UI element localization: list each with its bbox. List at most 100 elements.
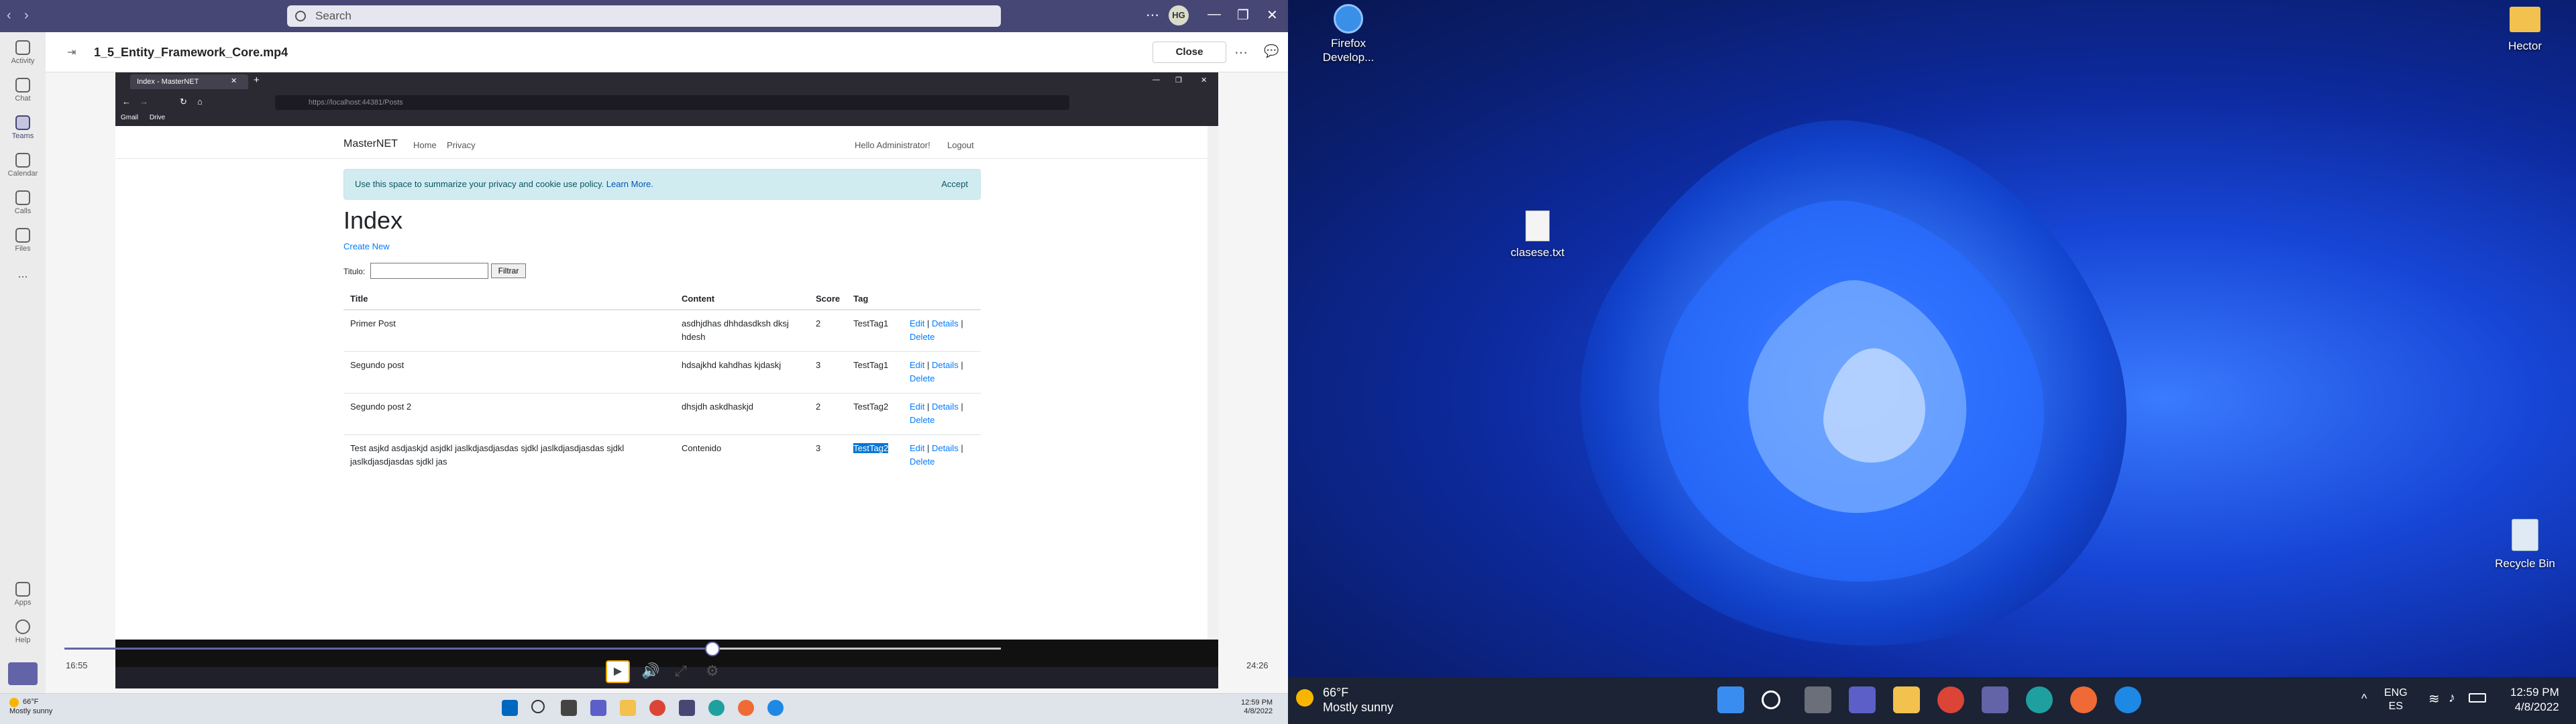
- edit-link[interactable]: Edit: [910, 360, 924, 370]
- browser-maximize-icon[interactable]: ❐: [1175, 76, 1182, 84]
- clock[interactable]: 12:59 PM 4/8/2022: [2510, 685, 2559, 715]
- weather-widget[interactable]: 66°F Mostly sunny: [9, 698, 52, 716]
- rail-more[interactable]: ...: [0, 267, 46, 281]
- mobile-app-button[interactable]: [8, 662, 38, 685]
- browser-close-icon[interactable]: ✕: [1201, 76, 1207, 84]
- weather-widget[interactable]: 66°F Mostly sunny: [1296, 685, 1393, 715]
- browser-reload-icon[interactable]: ↻: [180, 97, 187, 107]
- task-view-icon[interactable]: [1805, 686, 1831, 713]
- maximize-icon[interactable]: ❐: [1237, 7, 1249, 23]
- search-icon[interactable]: [1762, 690, 1780, 709]
- battery-icon[interactable]: [2469, 693, 2486, 703]
- chrome-icon[interactable]: [649, 700, 665, 716]
- panel-toggle-icon[interactable]: ⇥: [67, 46, 76, 59]
- browser-minimize-icon[interactable]: —: [1152, 76, 1160, 84]
- more-options-icon[interactable]: ⋯: [1234, 44, 1248, 61]
- desktop-icon-recycle-bin[interactable]: Recycle Bin: [2493, 519, 2557, 570]
- start-icon[interactable]: [1717, 686, 1744, 713]
- bookmark-gmail[interactable]: Gmail: [121, 114, 138, 121]
- delete-link[interactable]: Delete: [910, 332, 935, 342]
- logout-link[interactable]: Logout: [947, 140, 974, 150]
- page-heading: Index: [343, 206, 403, 234]
- file-explorer-icon[interactable]: [1893, 686, 1920, 713]
- rail-calendar[interactable]: Calendar: [0, 153, 46, 178]
- address-bar[interactable]: https://localhost:44381/Posts: [275, 95, 1069, 110]
- maps-icon[interactable]: [2114, 686, 2141, 713]
- rail-files[interactable]: Files: [0, 228, 46, 253]
- close-window-icon[interactable]: ✕: [1267, 7, 1278, 23]
- new-tab-icon[interactable]: +: [254, 74, 260, 86]
- learn-more-link[interactable]: Learn More.: [606, 179, 653, 189]
- file-explorer-icon[interactable]: [620, 700, 636, 716]
- clock-date: 4/8/2022: [1244, 707, 1273, 715]
- minimize-icon[interactable]: —: [1208, 7, 1221, 22]
- details-link[interactable]: Details: [932, 318, 959, 328]
- chrome-icon[interactable]: [1937, 686, 1964, 713]
- chevron-up-icon[interactable]: ^: [2361, 692, 2367, 706]
- calendar-icon: [15, 153, 30, 168]
- details-link[interactable]: Details: [932, 360, 959, 370]
- accept-button[interactable]: Accept: [941, 170, 968, 199]
- maps-icon[interactable]: [767, 700, 784, 716]
- nav-home[interactable]: Home: [413, 140, 437, 150]
- edit-link[interactable]: Edit: [910, 318, 924, 328]
- edge-icon[interactable]: [2026, 686, 2053, 713]
- edge-icon[interactable]: [708, 700, 724, 716]
- clock[interactable]: 12:59 PM 4/8/2022: [1241, 699, 1273, 716]
- delete-link[interactable]: Delete: [910, 415, 935, 425]
- search-box[interactable]: Search: [287, 5, 1001, 27]
- teams-icon[interactable]: [679, 700, 695, 716]
- chat-icon[interactable]: [590, 700, 606, 716]
- edit-link[interactable]: Edit: [910, 402, 924, 412]
- seek-handle[interactable]: [705, 642, 720, 656]
- delete-link[interactable]: Delete: [910, 373, 935, 383]
- avatar[interactable]: HG: [1169, 5, 1189, 25]
- fullscreen-icon[interactable]: ⤢: [675, 662, 687, 680]
- forward-arrow-icon[interactable]: ›: [24, 8, 29, 23]
- wifi-icon[interactable]: ≋: [2428, 690, 2440, 707]
- rail-calls[interactable]: Calls: [0, 190, 46, 215]
- desktop-icon-hector[interactable]: Hector: [2493, 7, 2557, 53]
- conversation-icon[interactable]: 💬: [1264, 44, 1279, 58]
- details-link[interactable]: Details: [932, 402, 959, 412]
- cookie-text: Use this space to summarize your privacy…: [355, 179, 604, 189]
- bookmark-drive[interactable]: Drive: [150, 114, 165, 121]
- start-icon[interactable]: [502, 700, 518, 716]
- task-view-icon[interactable]: [561, 700, 577, 716]
- rail-chat[interactable]: Chat: [0, 78, 46, 103]
- site-brand[interactable]: MasterNET: [343, 138, 398, 150]
- volume-icon[interactable]: ♪: [2449, 690, 2455, 706]
- desktop-icon-firefox[interactable]: Firefox Develop...: [1316, 4, 1381, 64]
- rail-teams[interactable]: Teams: [0, 115, 46, 140]
- edit-link[interactable]: Edit: [910, 443, 924, 453]
- chat-icon[interactable]: [1849, 686, 1876, 713]
- filter-button[interactable]: Filtrar: [491, 263, 526, 278]
- page-scrollbar[interactable]: [1208, 126, 1218, 640]
- browser-back-icon[interactable]: ←: [122, 97, 131, 107]
- browser-forward-icon[interactable]: →: [140, 97, 148, 107]
- cell-title: Test asjkd asdjaskjd asjdkl jaslkdjasdja…: [343, 434, 675, 476]
- close-button[interactable]: Close: [1152, 42, 1226, 63]
- title-filter-input[interactable]: [370, 263, 488, 279]
- postman-icon[interactable]: [738, 700, 754, 716]
- more-options-icon[interactable]: ⋯: [1146, 7, 1159, 23]
- desktop-icon-clasese[interactable]: clasese.txt: [1505, 210, 1570, 259]
- language-indicator[interactable]: ENG ES: [2384, 686, 2408, 713]
- teams-icon[interactable]: [1982, 686, 2008, 713]
- search-icon[interactable]: [531, 700, 545, 713]
- postman-icon[interactable]: [2070, 686, 2097, 713]
- browser-home-icon[interactable]: ⌂: [197, 97, 203, 107]
- rail-activity[interactable]: Activity: [0, 40, 46, 65]
- settings-icon[interactable]: ⚙: [706, 662, 719, 680]
- selected-tag-text: TestTag2: [853, 442, 889, 453]
- delete-link[interactable]: Delete: [910, 457, 935, 467]
- nav-privacy[interactable]: Privacy: [447, 140, 476, 150]
- play-icon[interactable]: ▶: [606, 660, 630, 683]
- volume-icon[interactable]: 🔊: [641, 662, 659, 680]
- details-link[interactable]: Details: [932, 443, 959, 453]
- back-arrow-icon[interactable]: ‹: [7, 8, 11, 23]
- rail-apps[interactable]: Apps: [0, 582, 46, 607]
- create-new-link[interactable]: Create New: [343, 241, 390, 251]
- rail-help[interactable]: Help: [0, 619, 46, 644]
- tab-close-icon[interactable]: ✕: [231, 76, 237, 85]
